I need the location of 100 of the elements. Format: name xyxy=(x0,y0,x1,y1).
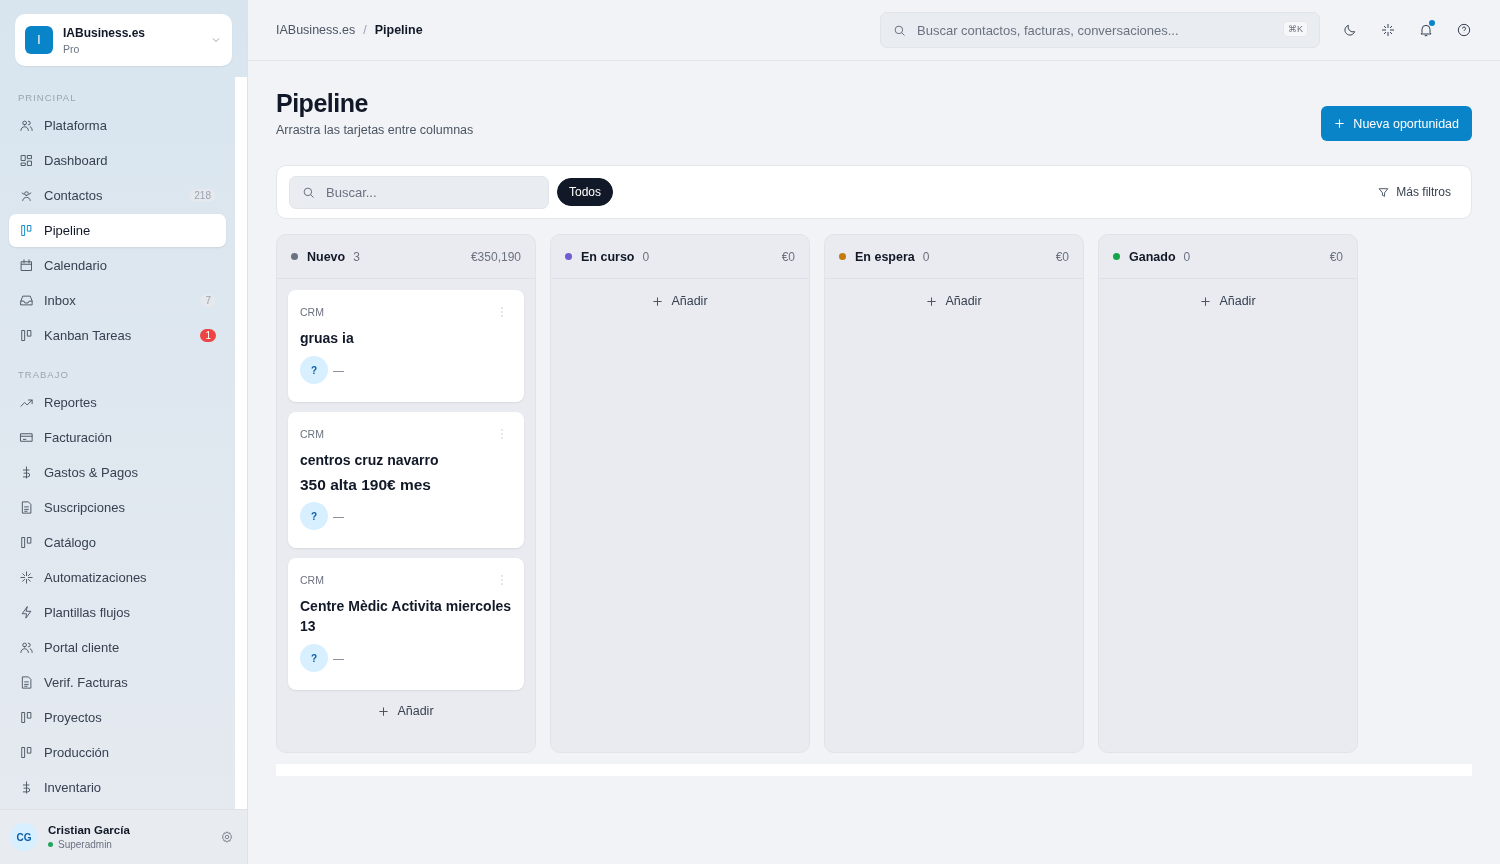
breadcrumb-item: Pipeline xyxy=(374,23,423,37)
workspace-plan: Pro xyxy=(63,42,81,55)
kanban-icon xyxy=(19,223,34,238)
deal-card[interactable]: CRM Centre Mèdic Activita miercoles 13 ? — xyxy=(288,558,524,690)
shortcut-hint: ⌘K xyxy=(1283,21,1308,37)
bolt-icon xyxy=(19,605,34,620)
column-count: 3 xyxy=(353,249,361,264)
card-icon xyxy=(19,430,34,445)
kanban-icon xyxy=(19,745,34,760)
help-icon[interactable] xyxy=(1456,22,1472,38)
column-total: €0 xyxy=(781,249,795,264)
column-count: 0 xyxy=(642,249,651,264)
sidebar-item[interactable]: Kanban Tareas 1 xyxy=(9,319,226,352)
kanban-icon xyxy=(19,710,34,725)
deal-card[interactable]: CRM gruas ia ? — xyxy=(288,290,524,402)
user-role: Superadmin xyxy=(58,839,112,850)
card-title: gruas ia xyxy=(300,329,355,348)
workspace-logo: I xyxy=(25,26,53,54)
users-icon xyxy=(19,118,34,133)
card-tag: CRM xyxy=(300,306,324,318)
add-card-button[interactable]: Añadir xyxy=(1192,291,1264,311)
add-card-button[interactable]: Añadir xyxy=(644,291,716,311)
owner-avatar: ? xyxy=(300,644,328,672)
user-avatar: CG xyxy=(10,823,38,851)
plus-icon xyxy=(1334,118,1346,129)
plus-icon xyxy=(378,705,390,717)
moon-icon[interactable] xyxy=(1342,22,1358,38)
section-label: PRINCIPAL xyxy=(17,91,78,105)
kanban-icon xyxy=(19,535,34,550)
sidebar-item[interactable]: Catálogo xyxy=(9,526,226,559)
deal-card[interactable]: CRM centros cruz navarro 350 alta 190€ mes ? — xyxy=(288,412,524,548)
card-value: 350 alta 190€ mes xyxy=(300,476,432,494)
document-icon xyxy=(19,675,34,690)
user-name: Cristian García xyxy=(48,824,131,836)
workspace-switcher[interactable]: I IABusiness.es Pro xyxy=(15,14,232,66)
document-icon xyxy=(19,500,34,515)
add-card-button[interactable]: Añadir xyxy=(370,701,442,721)
kanban-icon xyxy=(19,328,34,343)
column-title: Nuevo xyxy=(307,249,346,264)
column-total: €0 xyxy=(1329,249,1343,264)
page-title: Pipeline xyxy=(276,89,369,118)
breadcrumb-separator: / xyxy=(363,23,367,37)
owner-avatar: ? xyxy=(300,356,328,384)
plus-icon xyxy=(926,295,938,307)
sidebar-item[interactable]: Proyectos xyxy=(9,701,226,734)
filter-chip[interactable]: Todos xyxy=(557,178,614,206)
sidebar-item[interactable]: Gastos & Pagos xyxy=(9,456,226,489)
sidebar-item[interactable]: Contactos 218 xyxy=(9,179,226,212)
search-field[interactable]: Buscar... xyxy=(289,175,549,209)
count-badge: 218 xyxy=(189,189,216,202)
sidebar-item[interactable]: Plantillas flujos xyxy=(9,596,226,629)
column-title: En espera xyxy=(855,249,915,264)
sparkle-icon[interactable] xyxy=(1380,22,1396,38)
column-total: €0 xyxy=(1055,249,1069,264)
users-icon xyxy=(19,640,34,655)
settings-icon[interactable] xyxy=(220,830,234,844)
count-badge: 7 xyxy=(200,294,216,307)
owner-avatar: ? xyxy=(300,502,328,530)
sidebar-item[interactable]: Producción xyxy=(9,736,226,769)
card-title: Centre Mèdic Activita miercoles 13 xyxy=(300,597,512,636)
sidebar-item[interactable]: Pipeline xyxy=(9,214,226,247)
add-card-button[interactable]: Añadir xyxy=(918,291,990,311)
sidebar-item[interactable]: Automatizaciones xyxy=(9,561,226,594)
card-title: centros cruz navarro xyxy=(300,451,440,470)
page-subtitle: Arrastra las tarjetas entre columnas xyxy=(276,123,474,137)
owner-name: — xyxy=(333,364,344,376)
sidebar-item[interactable]: Calendario xyxy=(9,249,226,282)
owner-name: — xyxy=(333,510,344,522)
plus-icon xyxy=(652,295,664,307)
workspace-name: IABusiness.es xyxy=(63,25,147,40)
sidebar-item[interactable]: Suscripciones xyxy=(9,491,226,524)
contacts-icon xyxy=(19,188,34,203)
notification-bell-icon[interactable] xyxy=(1418,22,1434,38)
owner-name: — xyxy=(333,652,344,664)
plus-icon xyxy=(1200,295,1212,307)
sidebar-item[interactable]: Portal cliente xyxy=(9,631,226,664)
sidebar-item[interactable]: Plataforma xyxy=(9,109,226,142)
calendar-icon xyxy=(19,258,34,273)
sidebar-item[interactable]: Verif. Facturas xyxy=(9,666,226,699)
column-title: Ganado xyxy=(1129,249,1176,264)
sidebar-item[interactable]: Reportes xyxy=(9,386,226,419)
column-title: En curso xyxy=(581,249,635,264)
count-badge: 1 xyxy=(200,329,216,342)
section-label: TRABAJO xyxy=(17,368,70,382)
column-count: 0 xyxy=(1183,249,1192,264)
sidebar-item[interactable]: Inventario xyxy=(9,771,226,804)
dashboard-icon xyxy=(19,153,34,168)
column-count: 0 xyxy=(922,249,931,264)
scrollbar-track[interactable] xyxy=(235,77,247,809)
sparkle-icon xyxy=(19,570,34,585)
new-opportunity-button[interactable]: Nueva oportunidad xyxy=(1321,106,1472,141)
sidebar-item[interactable]: Inbox 7 xyxy=(9,284,226,317)
more-filters-button[interactable]: Más filtros xyxy=(1369,185,1459,199)
card-tag: CRM xyxy=(300,428,324,440)
sidebar-item[interactable]: Facturación xyxy=(9,421,226,454)
inbox-icon xyxy=(19,293,34,308)
card-tag: CRM xyxy=(300,574,324,586)
sidebar-item[interactable]: Dashboard xyxy=(9,144,226,177)
breadcrumb-item[interactable]: IABusiness.es xyxy=(276,23,356,37)
column-total: €350,190 xyxy=(470,249,521,264)
